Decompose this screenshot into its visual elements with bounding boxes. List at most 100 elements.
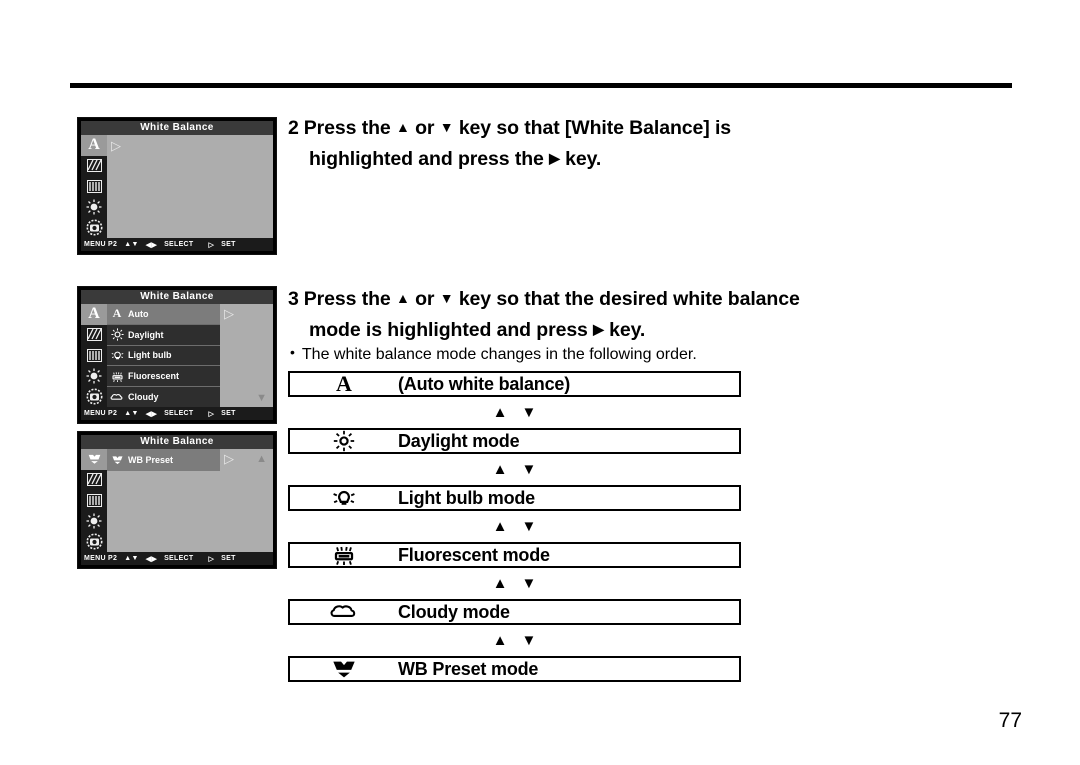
down-arrow-icon: ▼ <box>521 404 537 421</box>
lcd-icon-column: A <box>81 304 107 407</box>
cursor-arrow-icon: ▷ <box>224 451 234 466</box>
lcd-status-bar: MENU P2 ▲▼ ◀▶ SELECT ▷ SET <box>81 238 273 251</box>
lcd-title: White Balance <box>81 290 273 304</box>
step-3-or: or <box>415 288 435 310</box>
lcd-content-area: WB Preset ▷ ▲ <box>107 449 273 552</box>
status-leftright-icon: ◀▶ <box>145 241 158 249</box>
lcd-title: White Balance <box>81 435 273 449</box>
daylight-sun-icon <box>290 430 398 452</box>
up-arrow-icon: ▲ <box>492 632 508 649</box>
flow-item-light-bulb: Light bulb mode <box>288 485 741 511</box>
icon-hatch-pattern[interactable] <box>81 156 107 177</box>
step-3-instruction: 3 Press the ▲ or ▼ key so that the desire… <box>288 283 988 345</box>
icon-wb-preset[interactable] <box>81 449 107 470</box>
menu-item-wb-preset[interactable]: WB Preset <box>107 449 220 471</box>
up-arrow-icon: ▲ <box>395 119 410 135</box>
flow-item-label: Fluorescent mode <box>398 544 550 565</box>
icon-brightness[interactable] <box>81 511 107 532</box>
step-2-number: 2 <box>288 117 299 139</box>
cursor-arrow-icon: ▷ <box>111 138 121 153</box>
step-3-line2-b: key. <box>609 319 646 341</box>
up-arrow-icon: ▲ <box>395 290 410 306</box>
flow-item-cloudy: Cloudy mode <box>288 599 741 625</box>
flow-item-fluorescent: Fluorescent mode <box>288 542 741 568</box>
step-3-number: 3 <box>288 288 299 310</box>
menu-item-cloudy[interactable]: Cloudy <box>107 387 220 407</box>
status-menu: MENU P2 <box>84 555 118 562</box>
right-arrow-icon: ▶ <box>593 321 604 337</box>
flow-item-label: WB Preset mode <box>398 658 539 679</box>
white-balance-menu-list: A Auto Daylight Light bulb Fluorescent C… <box>107 304 220 407</box>
lcd-status-bar: MENU P2 ▲▼ ◀▶ SELECT ▷ SET <box>81 407 273 420</box>
icon-hatch-pattern[interactable] <box>81 470 107 491</box>
status-set: SET <box>221 241 236 248</box>
lcd-icon-column: A <box>81 135 107 238</box>
flow-item-label: Cloudy mode <box>398 601 510 622</box>
cloudy-icon <box>290 603 398 621</box>
flow-item-wb-preset: WB Preset mode <box>288 656 741 682</box>
step-3-text-a: Press the <box>303 288 391 310</box>
menu-item-daylight[interactable]: Daylight <box>107 324 220 346</box>
icon-camera-reset[interactable] <box>81 386 107 407</box>
status-leftright-icon: ◀▶ <box>145 410 158 418</box>
fluorescent-icon <box>110 370 124 383</box>
up-arrow-icon: ▲ <box>492 518 508 535</box>
icon-bars[interactable] <box>81 176 107 197</box>
up-arrow-icon: ▲ <box>492 575 508 592</box>
cloudy-icon <box>110 392 124 403</box>
status-set: SET <box>221 410 236 417</box>
light-bulb-icon <box>110 349 124 362</box>
menu-item-fluorescent[interactable]: Fluorescent <box>107 366 220 388</box>
flow-separator: ▲ ▼ <box>288 511 741 542</box>
lcd-content-area: ▷ <box>107 135 273 238</box>
icon-hatch-pattern[interactable] <box>81 325 107 346</box>
white-balance-menu-list: WB Preset <box>107 449 220 471</box>
step-2-or: or <box>415 117 435 139</box>
icon-brightness[interactable] <box>81 197 107 218</box>
icon-camera-reset[interactable] <box>81 217 107 238</box>
down-arrow-icon: ▼ <box>439 119 454 135</box>
lcd-title: White Balance <box>81 121 273 135</box>
scroll-down-arrow-icon[interactable]: ▼ <box>256 393 267 404</box>
icon-auto-a[interactable]: A <box>81 135 107 156</box>
scroll-up-arrow-icon[interactable]: ▲ <box>256 454 267 465</box>
lcd-screen-3: White Balance WB Preset ▷ ▲ MENU P2 ▲▼ ◀… <box>77 431 277 569</box>
status-menu: MENU P2 <box>84 410 118 417</box>
daylight-sun-icon <box>110 328 124 341</box>
flow-item-label: Light bulb mode <box>398 487 535 508</box>
flow-item-label: (Auto white balance) <box>398 373 571 394</box>
status-set-icon: ▷ <box>208 410 215 418</box>
status-updown-icon: ▲▼ <box>124 555 139 562</box>
status-updown-icon: ▲▼ <box>124 410 139 417</box>
menu-item-auto[interactable]: A Auto <box>107 304 220 325</box>
header-rule <box>70 83 1012 88</box>
wb-preset-icon <box>290 659 398 679</box>
status-set-icon: ▷ <box>208 241 215 249</box>
menu-item-light-bulb[interactable]: Light bulb <box>107 345 220 367</box>
status-set: SET <box>221 555 236 562</box>
icon-bars[interactable] <box>81 345 107 366</box>
down-arrow-icon: ▼ <box>521 632 537 649</box>
menu-item-label: Auto <box>128 308 149 319</box>
menu-item-label: Daylight <box>128 329 164 340</box>
auto-a-icon: A <box>112 306 122 321</box>
up-arrow-icon: ▲ <box>492 404 508 421</box>
status-updown-icon: ▲▼ <box>124 241 139 248</box>
icon-bars[interactable] <box>81 490 107 511</box>
wb-preset-icon <box>110 455 124 465</box>
flow-separator: ▲ ▼ <box>288 568 741 599</box>
fluorescent-icon <box>290 543 398 567</box>
menu-item-label: Fluorescent <box>128 371 180 382</box>
flow-separator: ▲ ▼ <box>288 397 741 428</box>
icon-auto-a[interactable]: A <box>81 304 107 325</box>
up-arrow-icon: ▲ <box>492 461 508 478</box>
down-arrow-icon: ▼ <box>439 290 454 306</box>
menu-item-label: Cloudy <box>128 392 159 403</box>
status-menu: MENU P2 <box>84 241 118 248</box>
status-select: SELECT <box>164 410 194 417</box>
icon-brightness[interactable] <box>81 366 107 387</box>
menu-item-label: Light bulb <box>128 350 172 361</box>
lcd-screen-2: White Balance A A Auto Daylight Light bu… <box>77 286 277 424</box>
step-2-instruction: 2 Press the ▲ or ▼ key so that [White Bal… <box>288 112 948 174</box>
icon-camera-reset[interactable] <box>81 531 107 552</box>
